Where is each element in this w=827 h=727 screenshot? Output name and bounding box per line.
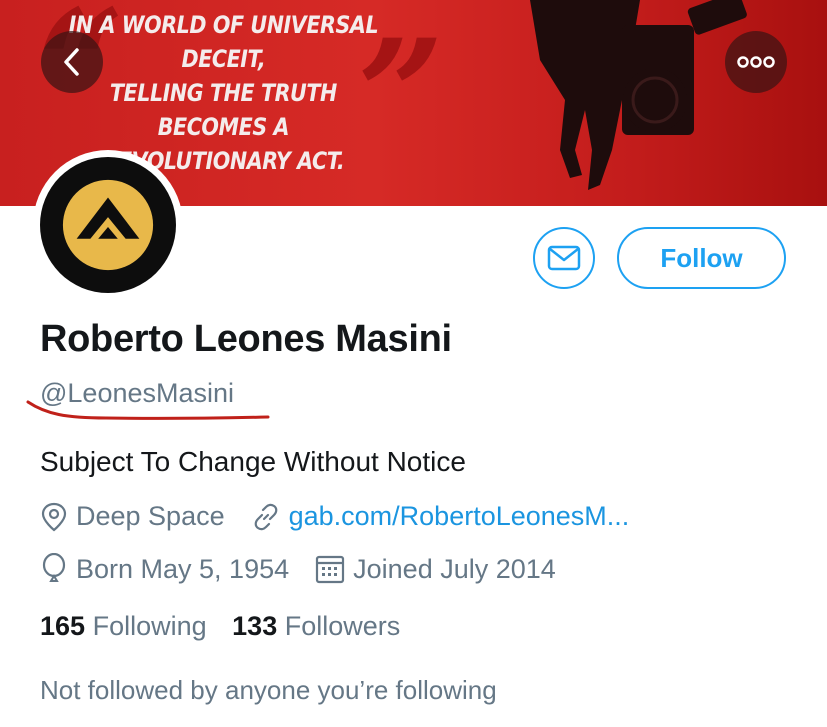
- lambda-logo-icon: [62, 179, 154, 271]
- followers-count: 133: [232, 611, 278, 641]
- balloon-icon: [42, 553, 66, 582]
- back-button[interactable]: [41, 31, 103, 93]
- envelope-icon: [547, 245, 581, 271]
- more-options-button[interactable]: [725, 31, 787, 93]
- profile-meta-row: Deep Space gab.com/RobertoLeonesM...: [40, 501, 629, 532]
- birthday-text: Born May 5, 1954: [76, 553, 290, 584]
- calendar-icon: [316, 555, 345, 584]
- follow-button[interactable]: Follow: [617, 227, 786, 289]
- location-pin-icon: [41, 502, 67, 531]
- display-name: Roberto Leones Masini: [40, 318, 452, 360]
- avatar-image: [40, 157, 176, 293]
- following-label: Following: [92, 611, 207, 641]
- following-count: 165: [40, 611, 86, 641]
- followers-stat[interactable]: 133 Followers: [232, 611, 400, 641]
- message-button[interactable]: [533, 227, 595, 289]
- followers-label: Followers: [284, 611, 401, 641]
- followed-by-context: Not followed by anyone you’re following: [40, 675, 497, 705]
- location-text: Deep Space: [76, 501, 225, 531]
- follow-stats: 165 Following 133 Followers: [40, 611, 400, 642]
- following-stat[interactable]: 165 Following: [40, 611, 207, 641]
- link-icon: [254, 503, 277, 530]
- website[interactable]: gab.com/RobertoLeonesM...: [251, 501, 630, 532]
- profile-bio: Subject To Change Without Notice: [40, 446, 466, 477]
- website-link[interactable]: gab.com/RobertoLeonesM...: [289, 501, 630, 532]
- birthday: Born May 5, 1954: [40, 553, 289, 585]
- profile-dates-row: Born May 5, 1954 Joined July 2014: [40, 553, 556, 585]
- handwritten-underline-mark: [26, 400, 270, 420]
- profile-avatar[interactable]: [33, 150, 183, 300]
- join-date: Joined July 2014: [315, 554, 556, 585]
- join-date-text: Joined July 2014: [353, 553, 556, 584]
- more-horizontal-icon: [737, 56, 775, 68]
- chevron-left-icon: [64, 48, 79, 76]
- location: Deep Space: [40, 501, 225, 532]
